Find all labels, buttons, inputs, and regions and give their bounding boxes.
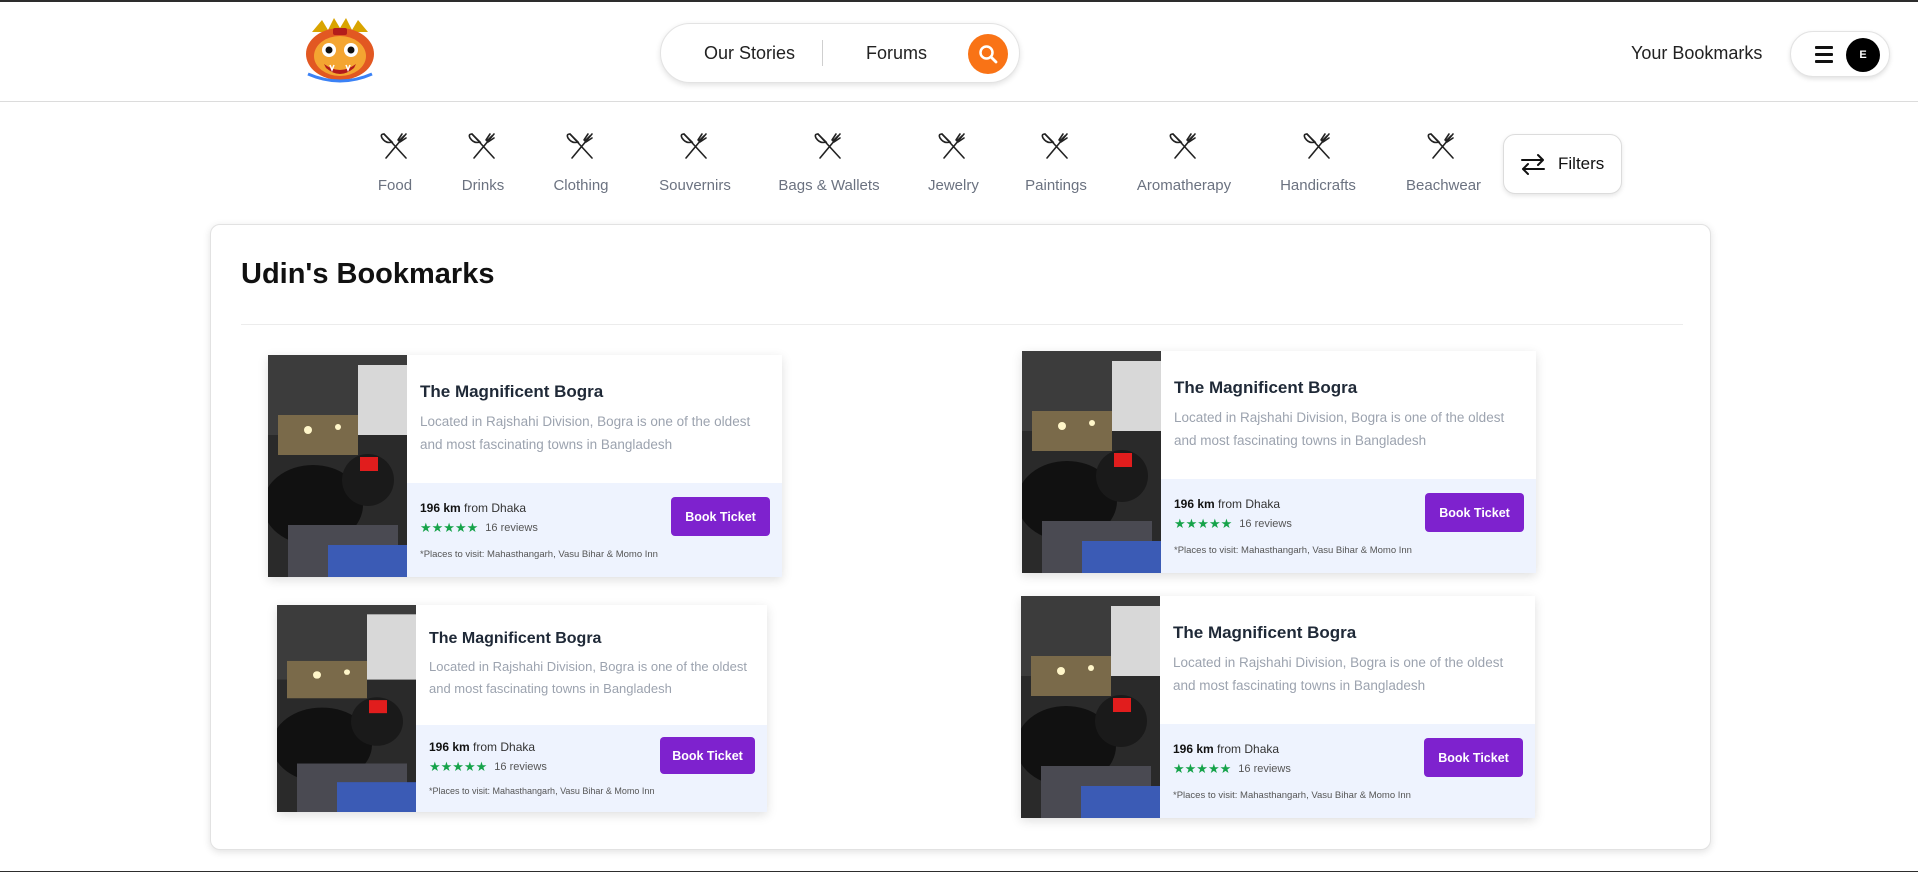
utensils-icon	[1041, 133, 1068, 159]
book-ticket-button[interactable]: Book Ticket	[671, 497, 770, 536]
utensils-icon	[938, 133, 965, 159]
category-aromatherapy[interactable]: Aromatherapy	[1135, 130, 1233, 194]
nav-divider	[822, 40, 823, 66]
destination-photo	[268, 355, 407, 577]
card-description: Located in Rajshahi Division, Bogra is o…	[1173, 655, 1504, 693]
swap-arrows-icon	[1521, 154, 1545, 175]
category-drinks[interactable]: Drinks	[460, 130, 506, 194]
nav-forums[interactable]: Forums	[866, 43, 927, 64]
star-rating-icon: ★★★★★	[420, 520, 479, 535]
distance-suffix: from Dhaka	[464, 501, 527, 515]
category-clothing[interactable]: Clothing	[552, 130, 610, 194]
filters-label: Filters	[1558, 154, 1605, 173]
card-footer: 196 km from Dhaka ★★★★★ 16 reviews *Plac…	[1160, 724, 1535, 818]
utensils-icon	[1303, 133, 1330, 159]
distance-value: 196 km	[1173, 742, 1214, 756]
category-handicrafts[interactable]: Handicrafts	[1280, 130, 1356, 194]
page-title: Udin's Bookmarks	[241, 258, 495, 290]
brand-logo[interactable]	[300, 18, 380, 84]
utensils-icon	[566, 133, 593, 159]
distance-value: 196 km	[1174, 497, 1215, 511]
category-label: Handicrafts	[1280, 177, 1356, 194]
avatar: E	[1846, 38, 1880, 72]
utensils-icon	[680, 133, 707, 159]
card-body: The Magnificent Bogra Located in Rajshah…	[407, 355, 782, 483]
star-rating-icon: ★★★★★	[1173, 761, 1232, 776]
filters-button[interactable]: Filters	[1503, 134, 1622, 194]
user-menu-button[interactable]: E	[1790, 31, 1890, 77]
category-souvenirs[interactable]: Souvernirs	[659, 130, 731, 194]
card-footer: 196 km from Dhaka ★★★★★ 16 reviews *Plac…	[407, 483, 782, 577]
book-ticket-button[interactable]: Book Ticket	[1425, 493, 1524, 532]
book-ticket-button[interactable]: Book Ticket	[660, 737, 755, 774]
utensils-icon	[814, 133, 841, 159]
review-count: 16 reviews	[485, 522, 538, 534]
category-label: Bags & Wallets	[778, 177, 880, 194]
card-footer: 196 km from Dhaka ★★★★★ 16 reviews *Plac…	[416, 725, 767, 812]
bookmark-card[interactable]: The Magnificent Bogra Located in Rajshah…	[1021, 596, 1535, 818]
review-count: 16 reviews	[1238, 763, 1291, 775]
utensils-icon	[1427, 133, 1454, 159]
category-paintings[interactable]: Paintings	[1025, 130, 1087, 194]
star-rating-icon: ★★★★★	[429, 759, 488, 774]
category-bar: Food Drinks Clothing Souvernirs Bags & W…	[0, 130, 1918, 200]
review-count: 16 reviews	[1239, 518, 1292, 530]
distance-suffix: from Dhaka	[1218, 497, 1281, 511]
card-description: Located in Rajshahi Division, Bogra is o…	[420, 414, 751, 452]
distance-suffix: from Dhaka	[1217, 742, 1280, 756]
nav-our-stories[interactable]: Our Stories	[704, 43, 795, 64]
places-to-visit: *Places to visit: Mahasthangarh, Vasu Bi…	[1174, 545, 1412, 556]
card-title: The Magnificent Bogra	[1173, 623, 1357, 642]
category-jewelry[interactable]: Jewelry	[928, 130, 979, 194]
bookmark-card[interactable]: The Magnificent Bogra Located in Rajshah…	[268, 355, 782, 577]
card-footer: 196 km from Dhaka ★★★★★ 16 reviews *Plac…	[1161, 479, 1536, 573]
review-count: 16 reviews	[494, 761, 547, 773]
category-label: Clothing	[553, 177, 609, 194]
distance-value: 196 km	[420, 501, 461, 515]
category-label: Jewelry	[928, 177, 979, 194]
card-description: Located in Rajshahi Division, Bogra is o…	[1174, 410, 1505, 448]
places-to-visit: *Places to visit: Mahasthangarh, Vasu Bi…	[420, 549, 658, 560]
destination-photo	[277, 605, 416, 812]
star-rating-icon: ★★★★★	[1174, 516, 1233, 531]
card-title: The Magnificent Bogra	[1174, 378, 1358, 397]
places-to-visit: *Places to visit: Mahasthangarh, Vasu Bi…	[429, 786, 655, 796]
distance-value: 196 km	[429, 740, 470, 754]
bookmark-card[interactable]: The Magnificent Bogra Located in Rajshah…	[1022, 351, 1536, 573]
title-divider	[241, 324, 1683, 325]
category-label: Drinks	[461, 177, 505, 194]
bookmarks-panel: Udin's Bookmarks The Magnificent Bogra L…	[210, 224, 1711, 850]
top-header: Our Stories Forums Your Bookmarks E	[0, 2, 1918, 102]
hamburger-icon	[1815, 46, 1833, 63]
search-button[interactable]	[968, 34, 1008, 74]
category-label: Aromatherapy	[1136, 177, 1232, 194]
search-icon	[979, 45, 998, 64]
destination-photo	[1021, 596, 1160, 818]
places-to-visit: *Places to visit: Mahasthangarh, Vasu Bi…	[1173, 790, 1411, 801]
category-bags-wallets[interactable]: Bags & Wallets	[778, 130, 880, 194]
category-label: Paintings	[1025, 177, 1087, 194]
category-label: Food	[377, 177, 413, 194]
category-food[interactable]: Food	[375, 130, 415, 194]
utensils-icon	[468, 133, 495, 159]
card-body: The Magnificent Bogra Located in Rajshah…	[1160, 596, 1535, 724]
category-beachwear[interactable]: Beachwear	[1406, 130, 1482, 194]
card-description: Located in Rajshahi Division, Bogra is o…	[429, 659, 747, 696]
category-label: Beachwear	[1406, 177, 1482, 194]
utensils-icon	[1169, 133, 1196, 159]
bookmark-card[interactable]: The Magnificent Bogra Located in Rajshah…	[277, 605, 767, 812]
card-title: The Magnificent Bogra	[420, 382, 604, 401]
center-navigation: Our Stories Forums	[660, 23, 1020, 83]
book-ticket-button[interactable]: Book Ticket	[1424, 738, 1523, 777]
your-bookmarks-link[interactable]: Your Bookmarks	[1631, 43, 1762, 64]
card-body: The Magnificent Bogra Located in Rajshah…	[1161, 351, 1536, 479]
utensils-icon	[380, 133, 407, 159]
distance-suffix: from Dhaka	[473, 740, 536, 754]
category-label: Souvernirs	[659, 177, 731, 194]
destination-photo	[1022, 351, 1161, 573]
card-title: The Magnificent Bogra	[429, 630, 602, 647]
card-body: The Magnificent Bogra Located in Rajshah…	[416, 605, 767, 725]
